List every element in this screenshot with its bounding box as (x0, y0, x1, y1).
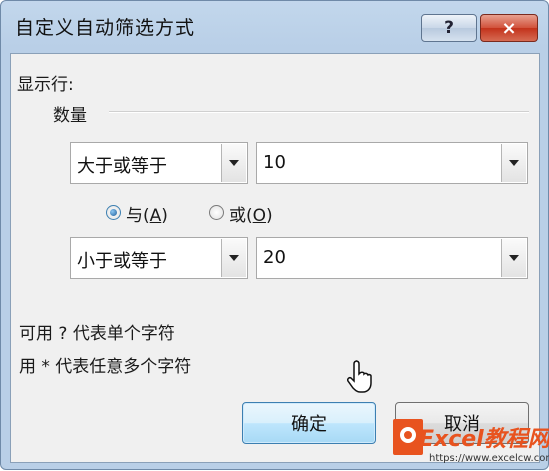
and-label-text: 与 (126, 206, 143, 226)
help-icon: ? (444, 18, 454, 38)
or-mnemonic: O (252, 206, 267, 226)
field-name-label: 数量 (53, 106, 87, 126)
condition2-value-text: 20 (263, 247, 286, 268)
or-radio-label[interactable]: 或(O) (229, 201, 273, 226)
dialog-window: 自定义自动筛选方式 ? × 显示行: 数量 大于或等于 10 与(A) 或(O)… (0, 0, 549, 470)
or-paren-open: ( (246, 206, 253, 226)
and-radio[interactable] (106, 205, 121, 220)
dialog-body: 显示行: 数量 大于或等于 10 与(A) 或(O) 小于或等于 20 可用 ?… (10, 53, 540, 463)
close-button[interactable]: × (480, 14, 538, 42)
mouse-cursor-icon (347, 360, 372, 393)
hint-multi-char: 用 * 代表任意多个字符 (19, 357, 192, 377)
and-paren-open: ( (143, 206, 150, 226)
watermark-brand: Excel教程网 (419, 427, 549, 452)
dialog-title: 自定义自动筛选方式 (15, 17, 196, 39)
condition1-value-combo[interactable]: 10 (256, 142, 528, 184)
show-rows-label: 显示行: (17, 75, 74, 95)
and-radio-label[interactable]: 与(A) (126, 201, 168, 226)
group-divider (109, 111, 529, 113)
condition2-value-combo[interactable]: 20 (256, 237, 528, 279)
condition2-operator-value: 小于或等于 (77, 251, 167, 272)
and-paren-close: ) (161, 206, 168, 226)
watermark: Excel教程网 https://www.excelcw.com (389, 417, 549, 471)
office-logo-ring (400, 427, 416, 443)
and-mnemonic: A (149, 206, 162, 226)
chevron-down-icon (229, 160, 239, 166)
radio-selected-dot (110, 209, 117, 216)
condition1-value-text: 10 (263, 152, 286, 173)
chevron-down-icon (509, 255, 519, 261)
chevron-down-icon (509, 160, 519, 166)
title-bar[interactable]: 自定义自动筛选方式 ? × (1, 1, 549, 53)
condition2-operator-select[interactable]: 小于或等于 (70, 237, 248, 279)
condition1-operator-dropdown-button[interactable] (221, 144, 246, 182)
condition2-value-dropdown-button[interactable] (501, 239, 526, 277)
close-icon: × (501, 17, 517, 39)
help-button[interactable]: ? (421, 14, 477, 42)
or-label-text: 或 (229, 206, 246, 226)
condition2-operator-dropdown-button[interactable] (221, 239, 246, 277)
or-radio[interactable] (209, 205, 224, 220)
watermark-url: https://www.excelcw.com (429, 453, 549, 464)
condition1-operator-value: 大于或等于 (77, 156, 167, 177)
condition1-value-dropdown-button[interactable] (501, 144, 526, 182)
condition1-operator-select[interactable]: 大于或等于 (70, 142, 248, 184)
hint-single-char: 可用 ? 代表单个字符 (19, 324, 175, 344)
or-paren-close: ) (266, 206, 273, 226)
chevron-down-icon (229, 255, 239, 261)
ok-button[interactable]: 确定 (242, 402, 376, 444)
